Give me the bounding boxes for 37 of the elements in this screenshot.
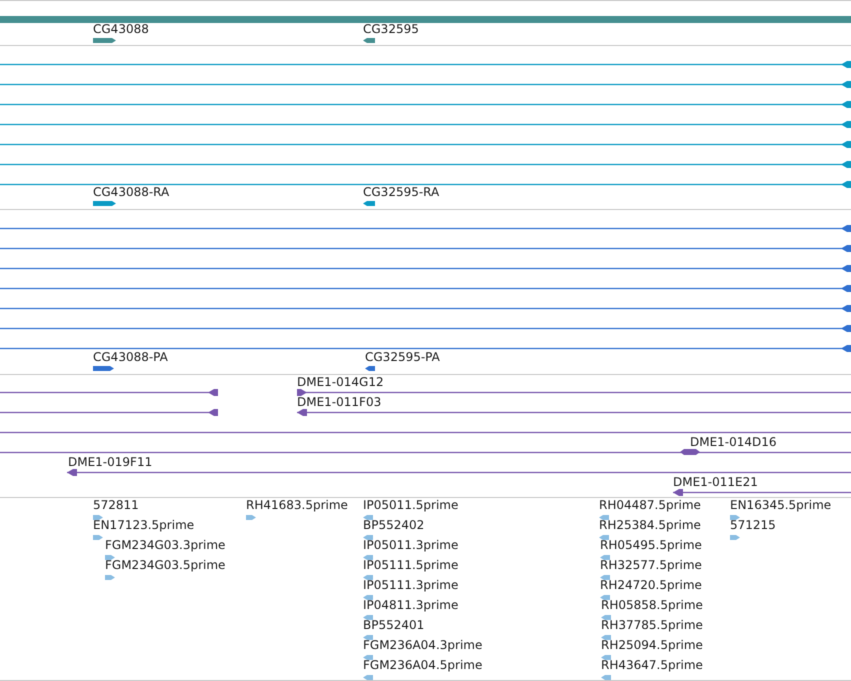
feature-label[interactable]: IP05011.5prime (363, 498, 458, 512)
feature-label[interactable]: DME1-011F03 (297, 395, 382, 409)
feature-label[interactable]: RH37785.5prime (601, 618, 703, 632)
feature-label[interactable]: IP04811.3prime (363, 598, 458, 612)
feature-label[interactable]: IP05011.3prime (363, 538, 458, 552)
feature-label[interactable]: CG43088 (93, 22, 149, 36)
feature-label[interactable]: DME1-014G12 (297, 375, 384, 389)
feature-label[interactable]: RH43647.5prime (601, 658, 703, 672)
feature-label[interactable]: RH24720.5prime (600, 578, 702, 592)
feature-label[interactable]: CG43088-PA (93, 350, 168, 364)
feature-label[interactable]: EN17123.5prime (93, 518, 194, 532)
feature-label[interactable]: 571215 (730, 518, 776, 532)
feature-label[interactable]: RH41683.5prime (246, 498, 348, 512)
feature-label[interactable]: FGM234G03.5prime (105, 558, 226, 572)
feature-label[interactable]: RH25384.5prime (599, 518, 701, 532)
feature-label[interactable]: DME1-011E21 (673, 475, 758, 489)
feature-label[interactable]: BP552402 (363, 518, 424, 532)
feature-label[interactable]: CG32595 (363, 22, 419, 36)
feature-label[interactable]: CG32595-PA (365, 350, 440, 364)
feature-label[interactable]: RH25094.5prime (601, 638, 703, 652)
clone-end-icon (680, 449, 700, 455)
feature-label[interactable]: EN16345.5prime (730, 498, 832, 512)
feature-label[interactable]: DME1-019F11 (68, 455, 152, 469)
feature-label[interactable]: RH32577.5prime (600, 558, 702, 572)
feature-label[interactable]: 572811 (93, 498, 139, 512)
feature-label[interactable]: RH05858.5prime (601, 598, 703, 612)
feature-label[interactable]: CG32595-RA (363, 185, 440, 199)
feature-label[interactable]: IP05111.5prime (363, 558, 458, 572)
feature-label[interactable]: RH04487.5prime (599, 498, 701, 512)
feature-label[interactable]: FGM236A04.5prime (363, 658, 482, 672)
feature-label[interactable]: CG43088-RA (93, 185, 170, 199)
feature-label[interactable]: IP05111.3prime (363, 578, 458, 592)
feature-label[interactable]: BP552401 (363, 618, 424, 632)
feature-label[interactable]: FGM234G03.3prime (105, 538, 226, 552)
feature-label[interactable]: RH05495.5prime (600, 538, 702, 552)
feature-label[interactable]: DME1-014D16 (690, 435, 777, 449)
feature-label[interactable]: FGM236A04.3prime (363, 638, 482, 652)
